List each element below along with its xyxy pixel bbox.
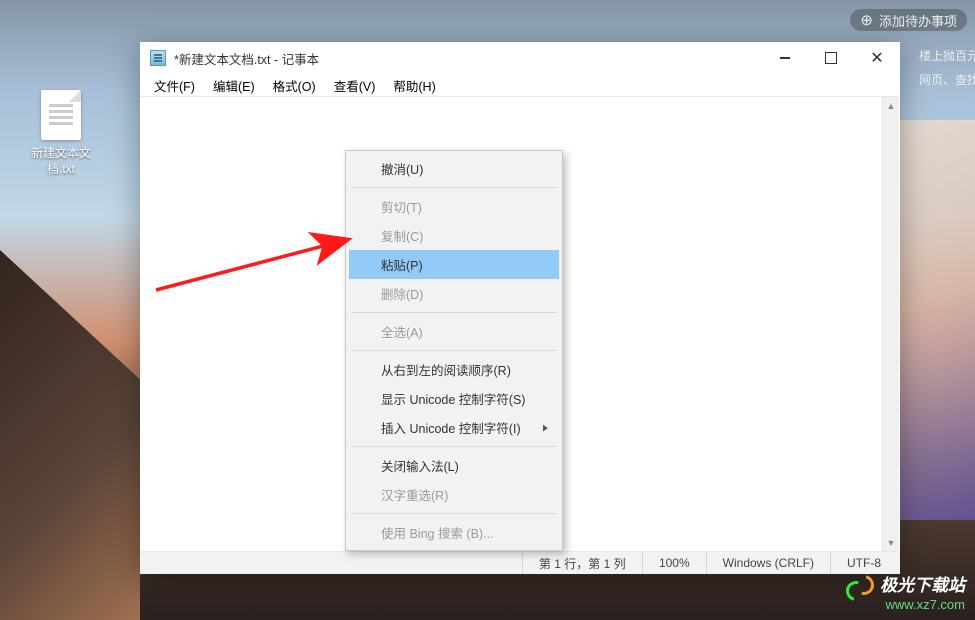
menu-separator (351, 312, 557, 313)
context-menu-item: 全选(A) (349, 317, 559, 346)
context-menu-item[interactable]: 粘贴(P) (349, 250, 559, 279)
vertical-scrollbar[interactable]: ▲ ▼ (882, 97, 899, 551)
maximize-button[interactable] (808, 42, 854, 74)
menu-separator (351, 446, 557, 447)
status-line-ending: Windows (CRLF) (706, 552, 830, 574)
news-item[interactable]: 网页、查找文件 (915, 68, 975, 92)
menu-edit[interactable]: 编辑(E) (205, 74, 263, 97)
status-encoding: UTF-8 (830, 552, 900, 574)
menu-separator (351, 350, 557, 351)
menu-help[interactable]: 帮助(H) (385, 74, 443, 97)
watermark-url: www.xz7.com (846, 597, 965, 614)
context-menu: 撤消(U) 剪切(T)复制(C)粘贴(P)删除(D) 全选(A) 从右到左的阅读顺序(… (345, 150, 563, 551)
context-menu-item[interactable]: 插入 Unicode 控制字符(I) (349, 413, 559, 442)
context-menu-item: 剪切(T) (349, 192, 559, 221)
minimize-button[interactable] (762, 42, 808, 74)
context-menu-item: 使用 Bing 搜索 (B)... (349, 518, 559, 547)
status-zoom: 100% (642, 552, 706, 574)
menu-format[interactable]: 格式(O) (265, 74, 324, 97)
titlebar[interactable]: *新建文本文档.txt - 记事本 ✕ (140, 42, 900, 74)
watermark-name: 极光下载站 (880, 575, 965, 597)
context-menu-item: 复制(C) (349, 221, 559, 250)
context-menu-item[interactable]: 显示 Unicode 控制字符(S) (349, 384, 559, 413)
watermark-logo-icon (846, 575, 874, 597)
text-file-icon (41, 90, 81, 140)
add-todo-button[interactable]: ⊕ 添加待办事项 (850, 9, 967, 31)
bg-decoration (0, 250, 140, 620)
close-button[interactable]: ✕ (854, 42, 900, 74)
notepad-icon (150, 50, 166, 66)
menu-separator (351, 513, 557, 514)
context-menu-item[interactable]: 从右到左的阅读顺序(R) (349, 355, 559, 384)
sidebar-news: 楼上抛百元钞票 网页、查找文件 (915, 40, 975, 92)
context-menu-item[interactable]: 撤消(U) (349, 154, 559, 183)
scroll-up-icon[interactable]: ▲ (883, 97, 899, 114)
menu-view[interactable]: 查看(V) (326, 74, 384, 97)
window-controls: ✕ (762, 42, 900, 74)
watermark: 极光下载站 www.xz7.com (846, 575, 965, 614)
news-item[interactable]: 楼上抛百元钞票 (915, 44, 975, 68)
menu-separator (351, 187, 557, 188)
context-menu-item: 删除(D) (349, 279, 559, 308)
desktop-file-label: 新建文本文档.txt (30, 146, 92, 177)
window-title: *新建文本文档.txt - 记事本 (174, 49, 762, 68)
scroll-down-icon[interactable]: ▼ (883, 534, 899, 551)
desktop-file-icon[interactable]: 新建文本文档.txt (30, 90, 92, 177)
context-menu-item: 汉字重选(R) (349, 480, 559, 509)
menubar: 文件(F) 编辑(E) 格式(O) 查看(V) 帮助(H) (140, 74, 900, 96)
menu-file[interactable]: 文件(F) (146, 74, 203, 97)
add-todo-label: 添加待办事项 (879, 11, 957, 30)
status-cursor-position: 第 1 行，第 1 列 (522, 552, 642, 574)
context-menu-item[interactable]: 关闭输入法(L) (349, 451, 559, 480)
plus-icon: ⊕ (860, 11, 873, 29)
statusbar: 第 1 行，第 1 列 100% Windows (CRLF) UTF-8 (140, 552, 900, 574)
